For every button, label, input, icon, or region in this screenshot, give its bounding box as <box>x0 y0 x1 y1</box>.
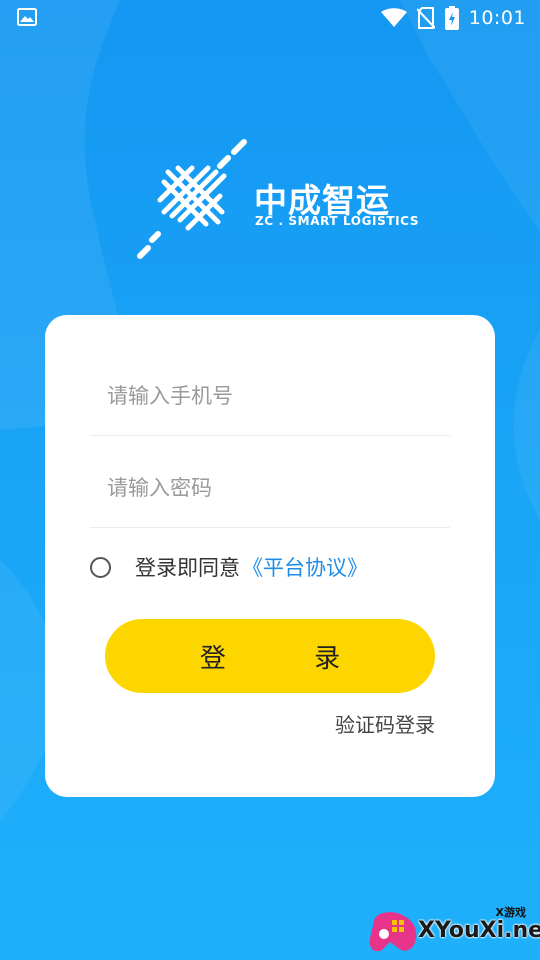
agreement-row: 登录即同意 《平台协议》 <box>90 551 368 583</box>
login-button[interactable]: 登 录 <box>105 619 435 693</box>
phone-field <box>90 345 450 436</box>
gamepad-logo-icon <box>369 912 417 952</box>
status-icons: 10:01 <box>380 5 526 31</box>
platform-agreement-link[interactable]: 《平台协议》 <box>242 552 368 582</box>
password-input[interactable] <box>105 467 439 509</box>
site-watermark: X游戏 XYouXi.net <box>366 900 540 960</box>
wifi-icon <box>380 8 407 27</box>
agreement-radio[interactable] <box>90 556 111 578</box>
password-field <box>90 437 450 528</box>
sms-login-link[interactable]: 验证码登录 <box>335 709 435 738</box>
agreement-text: 登录即同意 <box>135 556 240 580</box>
status-time: 10:01 <box>468 7 526 29</box>
logo-mark-icon <box>137 139 247 259</box>
login-card: 登录即同意 《平台协议》 登 录 验证码登录 <box>45 315 495 797</box>
status-bar: 10:01 <box>0 0 540 36</box>
watermark-text: XYouXi.net <box>418 918 540 943</box>
app-logo: 中成智运 ZC . SMART LOGISTICS <box>134 134 418 264</box>
logo-subtitle: ZC . SMART LOGISTICS <box>255 214 420 228</box>
no-sim-icon <box>416 7 435 29</box>
battery-charging-icon <box>444 6 459 30</box>
phone-input[interactable] <box>105 375 439 417</box>
login-screen: 10:01 中成智运 ZC . SMART LOGISTICS 请输入手机号 登… <box>0 0 540 960</box>
image-icon <box>17 8 37 26</box>
